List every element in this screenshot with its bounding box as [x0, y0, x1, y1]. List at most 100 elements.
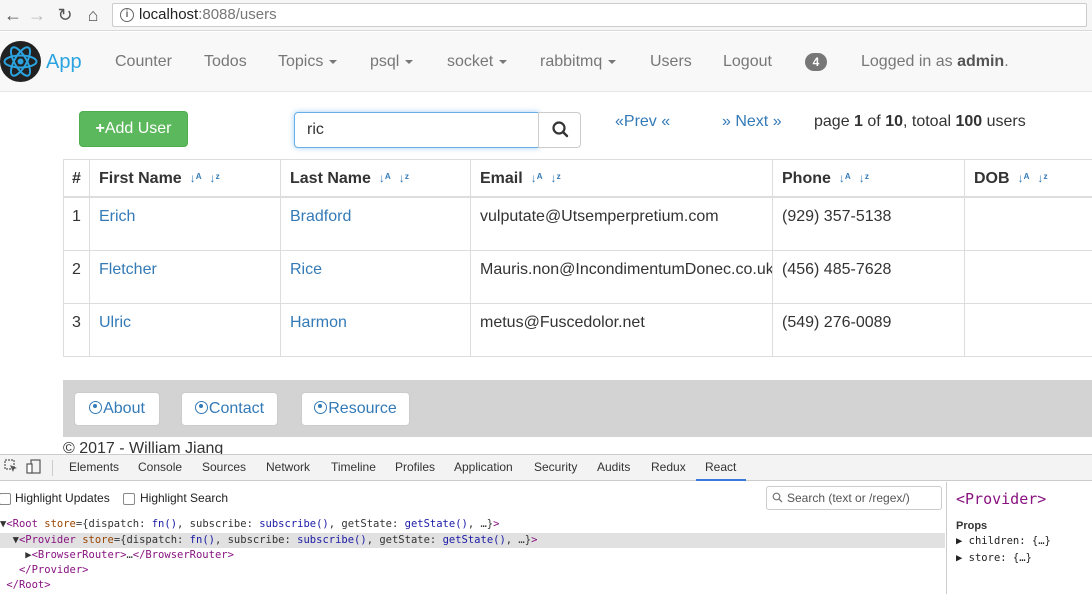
tab-application[interactable]: Application — [454, 460, 513, 474]
cell-dob — [965, 251, 1092, 303]
table-row: 1 Erich Bradford vulputate@Utsemperpreti… — [63, 198, 1092, 251]
url-path: :8088/users — [198, 6, 277, 23]
about-button[interactable]: About — [74, 392, 160, 426]
search-button[interactable] — [538, 112, 581, 148]
header-first-name-label: First Name — [99, 170, 182, 187]
table-row: 2 Fletcher Rice Mauris.non@Incondimentum… — [63, 251, 1092, 304]
sort-asc-icon[interactable]: ↓ᴬ — [379, 160, 391, 196]
resource-button[interactable]: Resource — [301, 392, 410, 426]
nav-counter[interactable]: Counter — [115, 53, 172, 71]
nav-users[interactable]: Users — [650, 53, 692, 71]
header-dob: DOB ↓ᴬ ↓ᶻ — [965, 160, 1092, 196]
brand-name[interactable]: App — [46, 51, 82, 74]
tab-react[interactable]: React — [705, 460, 736, 474]
tab-timeline[interactable]: Timeline — [331, 460, 376, 474]
highlight-updates-checkbox[interactable] — [0, 493, 11, 505]
prop-children-text: children: {…} — [968, 535, 1051, 547]
user-total: 100 — [955, 113, 983, 130]
logged-suffix: . — [1004, 53, 1009, 70]
add-user-label: Add User — [104, 120, 172, 137]
cell-last-name-link[interactable]: Harmon — [281, 304, 471, 356]
page-of: of — [862, 113, 886, 130]
nav-psql-dropdown[interactable]: psql — [370, 53, 414, 71]
header-email-label: Email — [480, 170, 523, 187]
toolbar-divider — [52, 460, 53, 476]
logged-in-text: Logged in as admin. — [861, 53, 1009, 71]
nav-rabbitmq-dropdown[interactable]: rabbitmq — [540, 53, 617, 71]
tab-console[interactable]: Console — [138, 460, 182, 474]
cell-last-name-link[interactable]: Bradford — [281, 198, 471, 250]
sort-desc-icon[interactable]: ↓ᶻ — [210, 160, 220, 196]
page-info: page 1 of 10, totoal 100 users — [814, 113, 1026, 131]
props-sidebar: <Provider> Props ▶ children: {…} ▶ store… — [946, 482, 1092, 594]
header-phone: Phone ↓ᴬ ↓ᶻ — [773, 160, 965, 196]
sort-desc-icon[interactable]: ↓ᶻ — [551, 160, 561, 196]
inspect-icon[interactable] — [4, 459, 18, 476]
react-logo-icon[interactable] — [0, 41, 41, 82]
back-arrow-icon[interactable]: ← — [2, 4, 24, 26]
header-last-name: Last Name ↓ᴬ ↓ᶻ — [281, 160, 471, 196]
header-last-name-label: Last Name — [290, 170, 371, 187]
tab-audits[interactable]: Audits — [597, 460, 630, 474]
address-bar[interactable]: i localhost:8088/users — [112, 3, 1087, 27]
sort-asc-icon[interactable]: ↓ᴬ — [190, 160, 202, 196]
reload-icon[interactable]: ↻ — [54, 4, 76, 26]
cell-email: metus@Fuscedolor.net — [471, 304, 773, 356]
nav-socket-dropdown[interactable]: socket — [447, 53, 508, 71]
prop-store[interactable]: ▶ store: {…} — [956, 552, 1032, 564]
tab-redux[interactable]: Redux — [651, 460, 686, 474]
highlight-search-checkbox[interactable] — [123, 493, 135, 505]
caret-down-icon — [405, 59, 414, 64]
cell-num: 1 — [63, 198, 90, 250]
sort-asc-icon[interactable]: ↓ᴬ — [1018, 160, 1030, 196]
sort-asc-icon[interactable]: ↓ᴬ — [531, 160, 543, 196]
sort-desc-icon[interactable]: ↓ᶻ — [399, 160, 409, 196]
notification-badge: 4 — [805, 53, 827, 71]
cell-phone: (549) 276-0089 — [773, 304, 965, 356]
cell-num: 2 — [63, 251, 90, 303]
sort-desc-icon[interactable]: ↓ᶻ — [859, 160, 869, 196]
nav-topics-dropdown[interactable]: Topics — [278, 53, 338, 71]
tab-profiles[interactable]: Profiles — [395, 460, 435, 474]
header-phone-label: Phone — [782, 170, 831, 187]
nav-logout[interactable]: Logout — [723, 53, 772, 71]
cell-first-name-link[interactable]: Erich — [90, 198, 281, 250]
props-heading: Props — [956, 520, 988, 532]
cell-dob — [965, 198, 1092, 250]
user-circle-icon — [194, 401, 208, 414]
cell-last-name-link[interactable]: Rice — [281, 251, 471, 303]
cell-dob — [965, 304, 1092, 356]
device-toggle-icon[interactable] — [26, 459, 42, 478]
tree-node-provider-close[interactable]: </Provider> — [0, 563, 945, 578]
search-icon — [552, 121, 569, 138]
logged-user: admin — [957, 53, 1005, 70]
tree-node-root[interactable]: ▼<Root store={dispatch: fn(), subscribe:… — [0, 517, 945, 532]
info-icon: i — [120, 8, 134, 22]
contact-button[interactable]: Contact — [181, 392, 278, 426]
page-mid: , totoal — [902, 113, 956, 130]
search-input[interactable] — [294, 112, 539, 148]
tab-sources[interactable]: Sources — [202, 460, 246, 474]
next-page-link[interactable]: » Next » — [722, 113, 782, 131]
forward-arrow-icon[interactable]: → — [26, 4, 48, 26]
cell-first-name-link[interactable]: Fletcher — [90, 251, 281, 303]
component-search-input[interactable]: Search (text or /regex/) — [766, 486, 942, 510]
sort-desc-icon[interactable]: ↓ᶻ — [1037, 160, 1047, 196]
home-icon[interactable]: ⌂ — [82, 4, 104, 26]
tree-node-browserrouter[interactable]: ▶<BrowserRouter>…</BrowserRouter> — [0, 548, 945, 563]
caret-down-icon — [329, 59, 338, 64]
prop-children[interactable]: ▶ children: {…} — [956, 535, 1051, 547]
header-dob-label: DOB — [974, 170, 1010, 187]
tab-security[interactable]: Security — [534, 460, 577, 474]
tab-elements[interactable]: Elements — [69, 460, 119, 474]
search-placeholder: Search (text or /regex/) — [787, 491, 910, 505]
sort-asc-icon[interactable]: ↓ᴬ — [839, 160, 851, 196]
tree-node-root-close[interactable]: </Root> — [0, 578, 945, 593]
add-user-button[interactable]: +Add User — [79, 111, 188, 147]
nav-todos[interactable]: Todos — [204, 53, 247, 71]
prev-page-link[interactable]: «Prev « — [615, 113, 670, 131]
tab-network[interactable]: Network — [266, 460, 310, 474]
cell-first-name-link[interactable]: Ulric — [90, 304, 281, 356]
cell-phone: (456) 485-7628 — [773, 251, 965, 303]
tree-node-provider[interactable]: ▼<Provider store={dispatch: fn(), subscr… — [0, 533, 945, 548]
